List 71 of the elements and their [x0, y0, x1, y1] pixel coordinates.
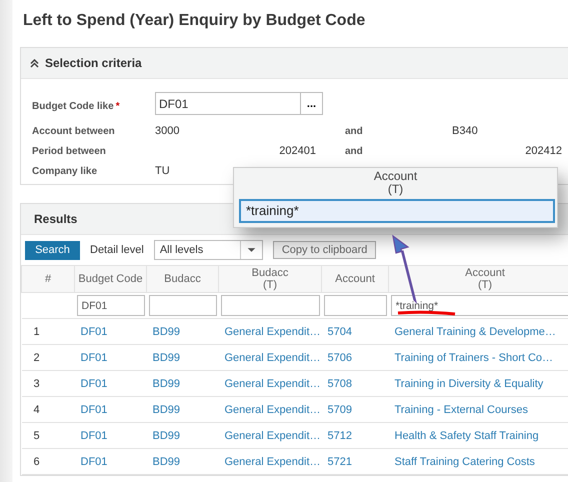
- budget-code-field[interactable]: DF01: [155, 92, 301, 115]
- table-cell[interactable]: 5721: [322, 448, 388, 474]
- column-header[interactable]: Budacc (T): [218, 266, 322, 292]
- filter-field: *training*: [239, 199, 555, 223]
- table-cell[interactable]: BD99: [146, 422, 218, 448]
- page-title: Left to Spend (Year) Enquiry by Budget Code: [23, 12, 366, 31]
- panel-title: Selection criteria: [45, 56, 142, 70]
- table-cell[interactable]: Training - External Courses: [388, 396, 568, 422]
- column-header[interactable]: Account (T): [388, 266, 568, 292]
- column-header[interactable]: Budacc: [146, 266, 218, 292]
- row-number: 4: [22, 396, 74, 422]
- table-cell[interactable]: Staff Training Catering Costs: [388, 448, 568, 474]
- table-cell[interactable]: DF01: [74, 318, 146, 344]
- table-cell[interactable]: DF01: [74, 370, 146, 396]
- detail-level-label: Detail level: [90, 244, 144, 256]
- field-value: TU: [155, 165, 171, 177]
- table-cell[interactable]: General Training & Developme…: [388, 318, 568, 344]
- field-label: Company like: [32, 166, 98, 176]
- table-cell[interactable]: 5712: [322, 422, 388, 448]
- table-cell[interactable]: BD99: [146, 396, 218, 422]
- table-cell[interactable]: General Expendit…: [218, 396, 322, 422]
- column-header[interactable]: #: [22, 266, 74, 292]
- field-value: B340: [452, 125, 479, 137]
- filter-field[interactable]: [148, 295, 216, 316]
- table-cell[interactable]: Training in Diversity & Equality: [388, 370, 568, 396]
- table-cell[interactable]: DF01: [74, 344, 146, 370]
- table-cell[interactable]: General Expendit…: [218, 370, 322, 396]
- row-number: 5: [22, 422, 74, 448]
- collapse-icon[interactable]: [30, 58, 39, 68]
- detail-level-dropdown[interactable]: All levels: [154, 240, 263, 260]
- field-label: Period between: [32, 146, 107, 156]
- table-cell[interactable]: General Expendit…: [218, 318, 322, 344]
- table-cell[interactable]: DF01: [74, 396, 146, 422]
- table-cell[interactable]: 5704: [322, 318, 388, 344]
- field-label: and: [344, 126, 364, 136]
- table-cell[interactable]: DF01: [74, 448, 146, 474]
- table-cell[interactable]: Health & Safety Staff Training: [388, 422, 568, 448]
- column-header[interactable]: Budget Code: [74, 266, 146, 292]
- field-label: and: [344, 146, 364, 156]
- column-header[interactable]: Account: [322, 266, 388, 292]
- field-value: 202401: [278, 145, 317, 157]
- filter-field[interactable]: [220, 295, 320, 316]
- table-cell[interactable]: Training of Trainers - Short Co…: [388, 344, 568, 370]
- filter-field[interactable]: [324, 295, 386, 316]
- table-cell[interactable]: 5708: [322, 370, 388, 396]
- table-cell[interactable]: General Expendit…: [218, 344, 322, 370]
- table-cell[interactable]: General Expendit…: [218, 422, 322, 448]
- table-cell[interactable]: BD99: [146, 370, 218, 396]
- row-number: 6: [22, 448, 74, 474]
- table-cell[interactable]: General Expendit…: [218, 448, 322, 474]
- filter-field[interactable]: *training*: [390, 295, 568, 316]
- copy-button[interactable]: Copy to clipboard: [272, 241, 376, 259]
- table-cell[interactable]: 5706: [322, 344, 388, 370]
- field-value: 3000: [155, 125, 180, 137]
- row-number: 2: [22, 344, 74, 370]
- search-button[interactable]: Search: [25, 240, 80, 260]
- field-label: Budget Code like *: [32, 101, 121, 112]
- row-number: 1: [22, 318, 74, 344]
- panel-title: Results: [34, 212, 78, 226]
- table-cell[interactable]: BD99: [146, 448, 218, 474]
- table-cell[interactable]: 5709: [322, 396, 388, 422]
- filter-field[interactable]: DF01: [76, 295, 144, 316]
- field-value: 202412: [524, 145, 563, 157]
- field-label: Account between: [32, 126, 116, 136]
- underline-mark: [398, 310, 456, 316]
- table-cell[interactable]: BD99: [146, 344, 218, 370]
- lookup-button[interactable]: ...: [301, 92, 323, 115]
- table-cell[interactable]: BD99: [146, 318, 218, 344]
- row-number: 3: [22, 370, 74, 396]
- table-cell[interactable]: DF01: [74, 422, 146, 448]
- column-header: Account (T): [372, 168, 418, 198]
